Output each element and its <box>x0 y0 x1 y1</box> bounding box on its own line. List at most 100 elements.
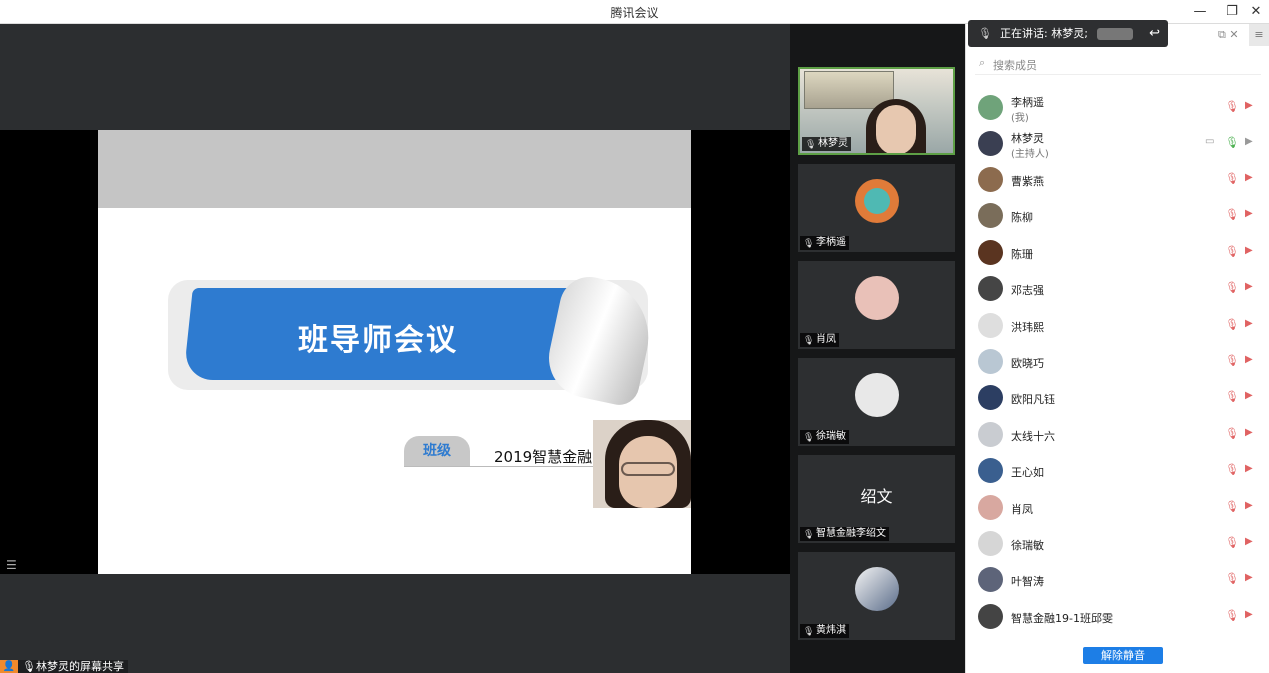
mic-off-icon[interactable]: 🎙 <box>1225 390 1239 403</box>
class-value: 2019智慧金融 <box>494 448 593 466</box>
avatar <box>978 276 1003 301</box>
mic-off-icon[interactable]: 🎙 <box>1225 354 1239 367</box>
participant-row[interactable]: 叶智涛 🎙 ▶ <box>975 562 1265 598</box>
mic-icon: 🎙 <box>22 660 36 673</box>
mic-off-icon[interactable]: 🎙 <box>1225 609 1239 622</box>
camera-off-icon[interactable]: ▶ <box>1245 609 1253 620</box>
avatar <box>978 604 1003 629</box>
avatar <box>978 167 1003 192</box>
camera-off-icon[interactable]: ▶ <box>1245 208 1253 219</box>
mic-off-icon[interactable]: 🎙 <box>1225 172 1239 185</box>
mic-icon: 🎙 <box>805 140 817 150</box>
menu-icon[interactable]: ≡ <box>1249 24 1269 46</box>
mic-off-icon[interactable]: 🎙 <box>1225 427 1239 440</box>
mic-off-icon: 🎙 <box>803 433 815 443</box>
mic-off-icon: 🎙 <box>803 336 815 346</box>
share-owner-label: 林梦灵的屏幕共享 <box>35 660 124 673</box>
camera-off-icon[interactable]: ▶ <box>1245 354 1253 365</box>
avatar <box>978 203 1003 228</box>
participant-row[interactable]: 肖凤 🎙 ▶ <box>975 490 1265 526</box>
avatar <box>855 179 899 223</box>
restore-button[interactable]: ❐ <box>1219 2 1245 22</box>
person-icon: 👤 <box>0 660 18 673</box>
camera-off-icon[interactable]: ▶ <box>1245 536 1253 547</box>
avatar <box>855 373 899 417</box>
participant-row[interactable]: 曹紫燕 🎙 ▶ <box>975 162 1265 198</box>
participant-row[interactable]: 王心如 🎙 ▶ <box>975 453 1265 489</box>
video-tile-name: 🎙 林梦灵 <box>802 137 851 151</box>
video-tile-name: 🎙 智慧金融李绍文 <box>800 527 889 541</box>
shared-slide: 班导师会议 班级 2019智慧金融 <box>98 130 691 574</box>
mic-off-icon[interactable]: 🎙 <box>1225 208 1239 221</box>
video-tile[interactable]: 绍文 🎙 智慧金融李绍文 <box>798 455 955 543</box>
participant-row[interactable]: 洪玮熙 🎙 ▶ <box>975 308 1265 344</box>
camera-off-icon[interactable]: ▶ <box>1245 172 1253 183</box>
video-tile[interactable]: 🎙 徐瑞敏 <box>798 358 955 446</box>
participant-row[interactable]: 欧晓巧 🎙 ▶ <box>975 344 1265 380</box>
class-label: 班级 <box>404 436 470 466</box>
text-avatar: 绍文 <box>860 487 893 506</box>
list-icon[interactable]: ☰ <box>6 558 24 572</box>
avatar <box>978 531 1003 556</box>
participant-row[interactable]: 徐瑞敏 🎙 ▶ <box>975 526 1265 562</box>
participant-row[interactable]: 林梦灵 (主持人) ▭ 🎙 ▶ <box>975 126 1265 162</box>
mic-off-icon[interactable]: 🎙 <box>1225 245 1239 258</box>
camera-off-icon[interactable]: ▶ <box>1245 427 1253 438</box>
participant-row[interactable]: 陈柳 🎙 ▶ <box>975 198 1265 234</box>
blurred-names <box>1097 28 1134 40</box>
speaking-label: 正在讲话: 林梦灵; <box>1000 27 1088 40</box>
video-tile[interactable]: 🎙 黄炜淇 <box>798 552 955 640</box>
video-strip[interactable]: 🎙 林梦灵 🎙 李柄遥 🎙 肖凤 🎙 徐瑞敏 绍文 🎙 智慧金融李绍文 🎙 黄炜淇 <box>790 24 965 673</box>
video-tile[interactable]: 🎙 林梦灵 <box>798 67 955 155</box>
search-icon: ⌕ <box>979 56 986 69</box>
reply-icon[interactable]: ↩ <box>1149 20 1160 47</box>
mic-off-icon[interactable]: 🎙 <box>1225 536 1239 549</box>
mic-off-icon[interactable]: 🎙 <box>1225 318 1239 331</box>
participant-row[interactable]: 欧阳凡钰 🎙 ▶ <box>975 380 1265 416</box>
avatar <box>978 422 1003 447</box>
participant-row[interactable]: 智慧金融19-1班邱雯 🎙 ▶ <box>975 599 1265 635</box>
mic-icon: 🎙 <box>978 27 992 40</box>
minimize-button[interactable]: — <box>1187 2 1213 22</box>
camera-off-icon[interactable]: ▶ <box>1245 390 1253 401</box>
panel-window-tools[interactable]: ⧉ ✕ <box>1218 28 1239 42</box>
mic-off-icon[interactable]: 🎙 <box>1225 463 1239 476</box>
mic-on-icon[interactable]: 🎙 <box>1225 136 1239 149</box>
video-tile[interactable]: 🎙 李柄遥 <box>798 164 955 252</box>
video-tile-name: 🎙 徐瑞敏 <box>800 430 849 444</box>
participant-row[interactable]: 陈珊 🎙 ▶ <box>975 235 1265 271</box>
camera-off-icon[interactable]: ▶ <box>1245 318 1253 329</box>
avatar <box>978 567 1003 592</box>
camera-off-icon[interactable]: ▶ <box>1245 572 1253 583</box>
mic-off-icon[interactable]: 🎙 <box>1225 281 1239 294</box>
screen-share-icon: ▭ <box>1205 136 1215 147</box>
participant-row[interactable]: 李柄遥 (我) 🎙 ▶ <box>975 90 1265 126</box>
participant-camera <box>876 105 916 153</box>
video-tile[interactable]: 🎙 肖凤 <box>798 261 955 349</box>
participant-row[interactable]: 邓志强 🎙 ▶ <box>975 271 1265 307</box>
participant-row[interactable]: 太线十六 🎙 ▶ <box>975 417 1265 453</box>
member-search[interactable]: ⌕ 搜索成员 <box>975 53 1261 75</box>
camera-icon[interactable]: ▶ <box>1245 136 1253 147</box>
slide-title: 班导师会议 <box>298 323 458 358</box>
camera-off-icon[interactable]: ▶ <box>1245 245 1253 256</box>
screen-share-label: 👤 🎙 林梦灵的屏幕共享 <box>0 660 128 673</box>
mic-off-icon[interactable]: 🎙 <box>1225 500 1239 513</box>
close-button[interactable]: ✕ <box>1243 2 1269 22</box>
mic-off-icon: 🎙 <box>803 627 815 637</box>
mic-off-icon[interactable]: 🎙 <box>1225 572 1239 585</box>
mic-off-icon[interactable]: 🎙 <box>1225 100 1239 113</box>
avatar <box>978 95 1003 120</box>
camera-off-icon[interactable]: ▶ <box>1245 100 1253 111</box>
avatar <box>978 240 1003 265</box>
speaking-indicator: 🎙 正在讲话: 林梦灵; ↩ <box>968 20 1168 47</box>
avatar <box>855 276 899 320</box>
avatar <box>978 131 1003 156</box>
search-input[interactable]: 搜索成员 <box>993 57 1037 73</box>
avatar <box>855 567 899 611</box>
camera-off-icon[interactable]: ▶ <box>1245 281 1253 292</box>
avatar <box>978 313 1003 338</box>
camera-off-icon[interactable]: ▶ <box>1245 500 1253 511</box>
camera-off-icon[interactable]: ▶ <box>1245 463 1253 474</box>
unmute-all-button[interactable]: 解除静音 <box>1083 647 1163 664</box>
